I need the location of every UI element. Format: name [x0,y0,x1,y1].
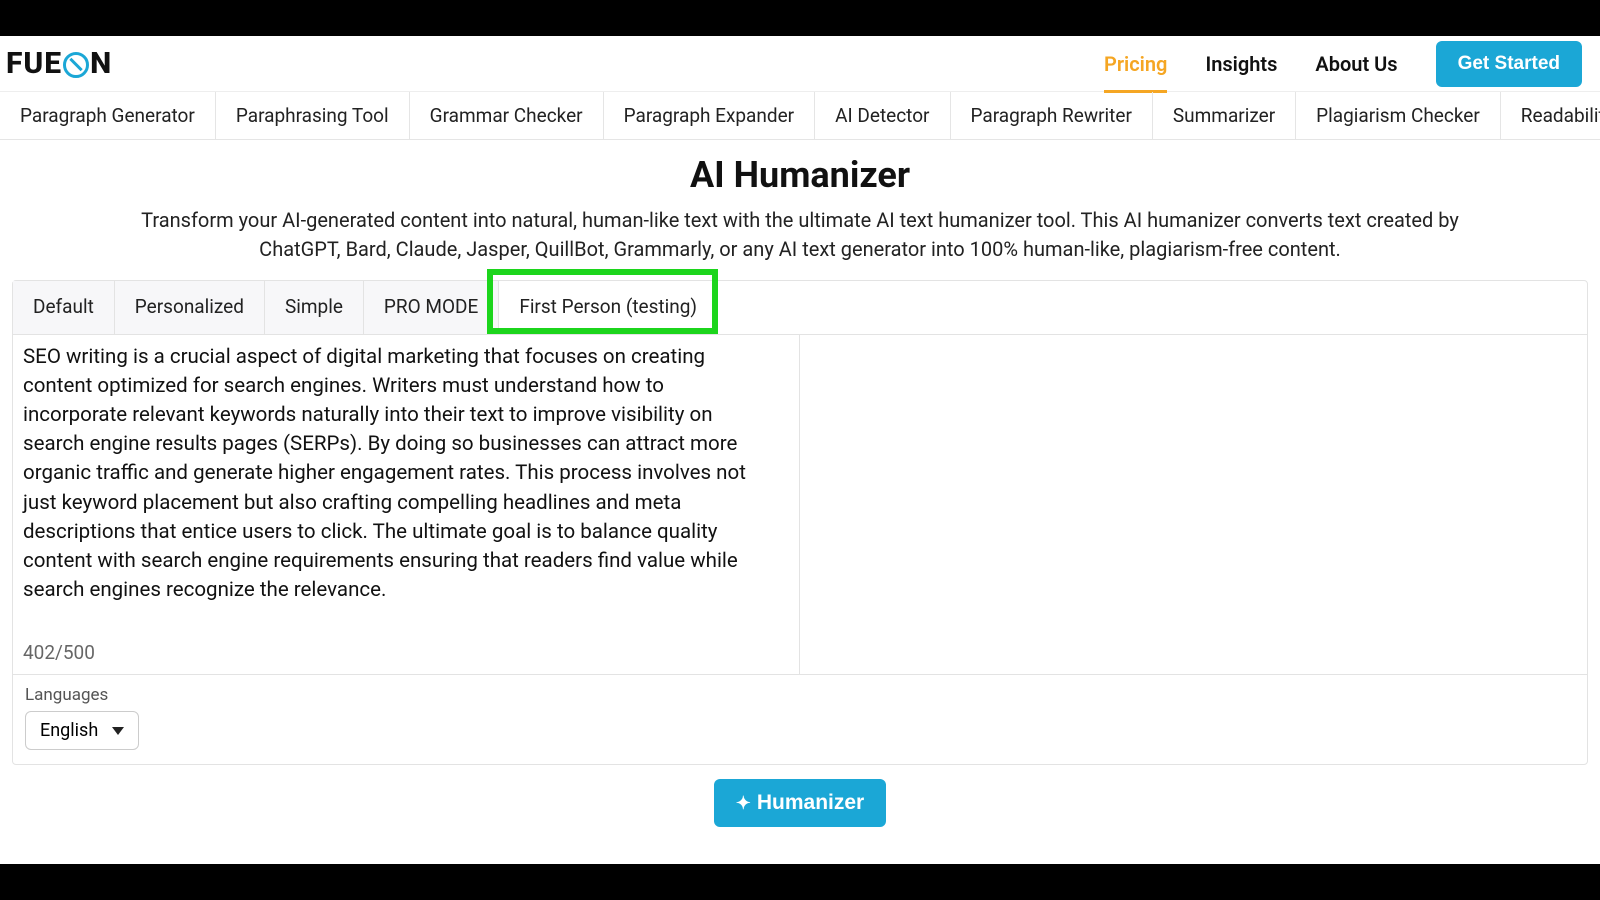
language-label: Languages [25,685,1575,705]
tool-plagiarism-checker[interactable]: Plagiarism Checker [1296,92,1501,139]
nav-about[interactable]: About Us [1315,52,1397,76]
tool-readability[interactable]: Readability [1501,92,1600,139]
tool-paragraph-generator[interactable]: Paragraph Generator [0,92,216,139]
tab-personalized[interactable]: Personalized [115,281,265,334]
language-selected: English [40,720,98,741]
output-pane [800,335,1587,674]
language-row: Languages English [13,674,1587,764]
tool-paraphrasing[interactable]: Paraphrasing Tool [216,92,410,139]
input-textarea[interactable] [13,335,799,631]
tool-paragraph-expander[interactable]: Paragraph Expander [604,92,816,139]
page-subtitle: Transform your AI-generated content into… [120,206,1480,264]
panes: 402/500 [13,335,1587,674]
brand-logo[interactable]: FUE N [6,46,112,81]
tool-summarizer[interactable]: Summarizer [1153,92,1296,139]
get-started-button[interactable]: Get Started [1436,41,1582,87]
chevron-down-icon [112,727,124,735]
mode-tabs: Default Personalized Simple PRO MODE Fir… [13,281,1587,335]
hero: AI Humanizer Transform your AI-generated… [0,140,1600,276]
tab-default[interactable]: Default [13,281,115,334]
word-counter: 402/500 [13,635,799,674]
brand-text-post: N [90,46,112,81]
page-title: AI Humanizer [120,154,1480,196]
nav-insights[interactable]: Insights [1205,52,1277,76]
nav-pricing[interactable]: Pricing [1104,52,1167,93]
tools-nav: Paragraph Generator Paraphrasing Tool Gr… [0,92,1600,140]
humanize-button[interactable]: ✦ Humanizer [714,779,886,827]
tab-first-person[interactable]: First Person (testing) [499,281,718,334]
input-pane: 402/500 [13,335,800,674]
action-row: ✦ Humanizer [0,765,1600,827]
header: FUE N Pricing Insights About Us Get Star… [0,36,1600,92]
tab-pro-mode[interactable]: PRO MODE [364,281,499,334]
language-select[interactable]: English [25,711,139,750]
brand-text-pre: FUE [6,46,62,81]
tab-simple[interactable]: Simple [265,281,364,334]
magic-wand-icon: ✦ [736,793,751,814]
tool-grammar-checker[interactable]: Grammar Checker [410,92,604,139]
tool-paragraph-rewriter[interactable]: Paragraph Rewriter [951,92,1153,139]
primary-nav: Pricing Insights About Us Get Started [1104,35,1594,93]
humanize-button-label: Humanizer [757,791,864,815]
brand-o-icon [63,52,89,78]
workspace: Default Personalized Simple PRO MODE Fir… [12,280,1588,765]
tool-ai-detector[interactable]: AI Detector [815,92,950,139]
